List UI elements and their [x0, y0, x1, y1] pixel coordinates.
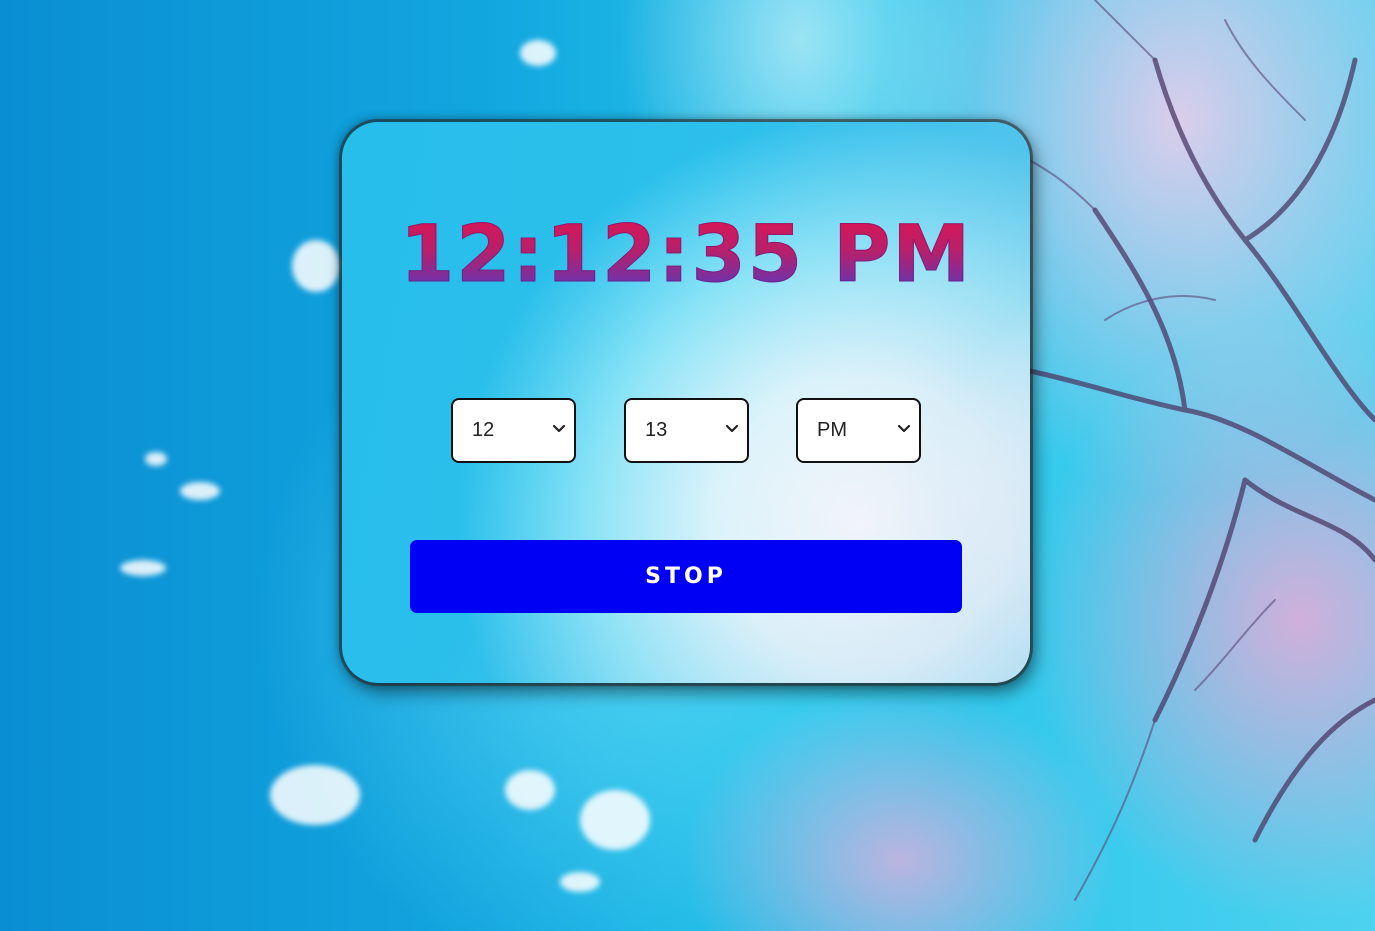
cloud	[580, 790, 650, 850]
stop-button[interactable]: STOP	[410, 540, 962, 613]
ampm-select-value: PM	[817, 419, 847, 441]
current-time: 12:12:35 PM	[342, 210, 1030, 301]
chevron-down-icon	[897, 424, 911, 433]
hour-select[interactable]: 12	[451, 398, 576, 463]
cloud	[505, 770, 555, 810]
hour-select-value: 12	[472, 419, 495, 441]
ampm-select[interactable]: PM	[796, 398, 921, 463]
chevron-down-icon	[552, 424, 566, 433]
chevron-down-icon	[725, 424, 739, 433]
cloud	[180, 482, 220, 500]
cloud	[520, 40, 556, 66]
alarm-clock-card: 12:12:35 PM 12 13 PM STOP	[342, 122, 1030, 683]
minute-select[interactable]: 13	[624, 398, 749, 463]
cloud	[560, 872, 600, 892]
minute-select-value: 13	[645, 419, 668, 441]
alarm-time-selectors: 12 13 PM	[451, 398, 921, 463]
cloud	[270, 765, 360, 825]
cloud	[120, 560, 166, 576]
cloud	[292, 240, 340, 292]
cloud	[145, 452, 167, 466]
